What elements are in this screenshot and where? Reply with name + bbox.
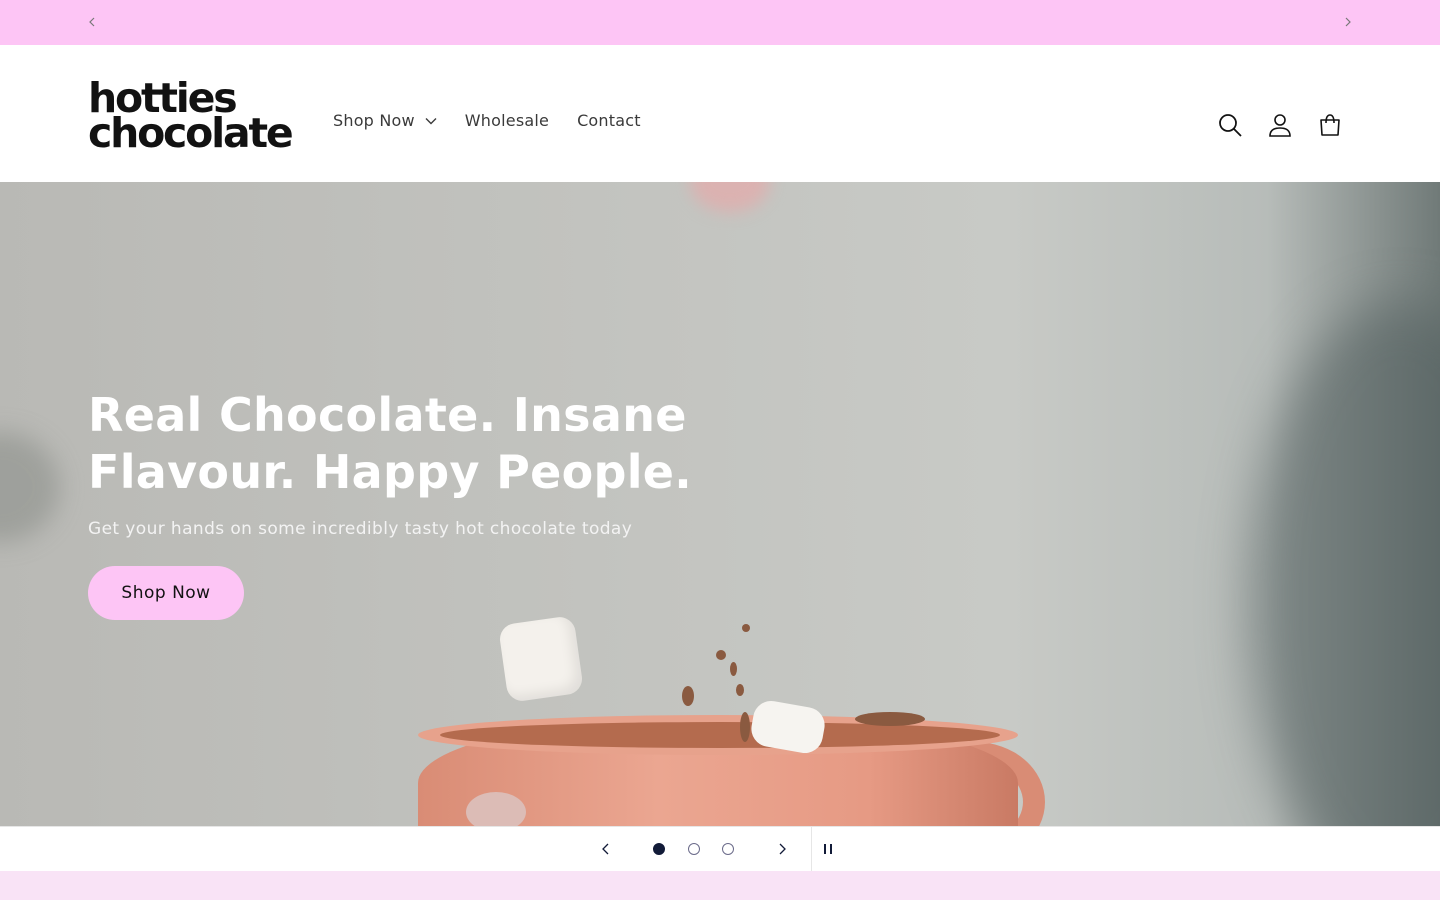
slideshow-controls <box>0 826 1440 872</box>
splash-drop <box>730 662 737 676</box>
next-section-band <box>0 871 1440 900</box>
site-header: hotties chocolate Shop Now Wholesale Con… <box>0 45 1440 182</box>
nav-item-label: Contact <box>577 111 641 130</box>
pause-icon <box>824 844 826 854</box>
hand-finger <box>466 792 526 826</box>
hero-background-shape <box>690 182 770 212</box>
hero-subtitle: Get your hands on some incredibly tasty … <box>88 519 633 539</box>
nav-item-contact[interactable]: Contact <box>577 111 641 130</box>
header-icons <box>1214 109 1364 141</box>
site-logo[interactable]: hotties chocolate <box>88 78 294 157</box>
chevron-right-icon <box>1345 17 1351 27</box>
hero-title: Real Chocolate. Insane Flavour. Happy Pe… <box>88 388 693 499</box>
splash-drop <box>742 624 750 632</box>
splash-drop <box>682 686 694 706</box>
search-button[interactable] <box>1214 109 1246 141</box>
splash-drop <box>736 684 744 696</box>
nav-item-label: Shop Now <box>333 111 415 130</box>
chevron-left-icon <box>602 843 609 855</box>
mug-chocolate <box>440 722 1000 748</box>
announcement-prev-button[interactable] <box>82 12 102 32</box>
hero-banner: Real Chocolate. Insane Flavour. Happy Pe… <box>0 182 1440 826</box>
pause-slideshow-button[interactable] <box>818 839 838 859</box>
splash-drop <box>716 650 726 660</box>
next-slide-button[interactable] <box>772 839 792 859</box>
pause-icon <box>830 844 832 854</box>
nav-item-shop-now[interactable]: Shop Now <box>333 111 437 130</box>
slide-dot-1[interactable] <box>653 843 665 855</box>
hero-content: Real Chocolate. Insane Flavour. Happy Pe… <box>88 387 728 620</box>
hero-background-shape <box>0 432 60 542</box>
slide-dot-3[interactable] <box>722 843 734 855</box>
splash-drop <box>855 712 925 726</box>
search-icon <box>1219 114 1242 137</box>
announcement-bar <box>0 0 1440 45</box>
nav-item-label: Wholesale <box>464 111 550 130</box>
chevron-left-icon <box>89 17 95 27</box>
chevron-right-icon <box>779 843 786 855</box>
slide-dot-2[interactable] <box>688 843 700 855</box>
divider <box>811 827 812 872</box>
account-icon <box>1269 114 1291 137</box>
logo-line-2: chocolate <box>88 109 294 157</box>
shop-now-button[interactable]: Shop Now <box>88 566 244 620</box>
previous-slide-button[interactable] <box>596 839 616 859</box>
main-nav: Shop Now Wholesale Contact <box>333 111 669 130</box>
announcement-next-button[interactable] <box>1338 12 1358 32</box>
account-button[interactable] <box>1264 109 1296 141</box>
marshmallow-image <box>497 615 585 703</box>
nav-item-wholesale[interactable]: Wholesale <box>465 111 549 130</box>
hero-background-shape <box>1250 302 1440 826</box>
chevron-down-icon <box>425 117 437 124</box>
cart-icon <box>1320 114 1340 136</box>
cart-button[interactable] <box>1314 109 1346 141</box>
splash-drop <box>740 712 750 742</box>
